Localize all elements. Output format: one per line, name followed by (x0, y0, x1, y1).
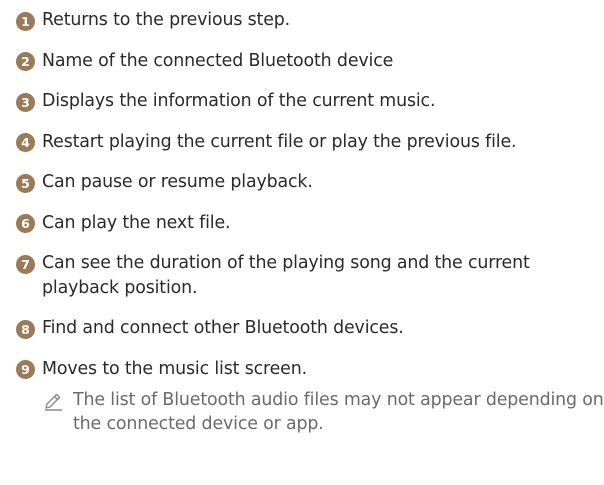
list-item: 5 Can pause or resume playback. (16, 170, 604, 195)
number-badge: 6 (16, 214, 35, 233)
item-text: Displays the information of the current … (42, 91, 436, 111)
callout-list: 1 Returns to the previous step. 2 Name o… (16, 8, 604, 436)
item-text: Find and connect other Bluetooth devices… (42, 318, 404, 338)
list-item: 7 Can see the duration of the playing so… (16, 251, 604, 301)
note: The list of Bluetooth audio files may no… (42, 388, 604, 436)
manual-page: 1 Returns to the previous step. 2 Name o… (0, 0, 604, 485)
number-badge: 5 (16, 173, 35, 193)
list-item: 4 Restart playing the current file or pl… (16, 130, 604, 155)
item-text: Moves to the music list screen. (42, 358, 307, 379)
item-text: Name of the connected Bluetooth device (42, 50, 394, 71)
number-badge: 7 (16, 254, 35, 274)
list-item: 3 Displays the information of the curren… (16, 89, 604, 114)
item-text: Can play the next file. (42, 212, 231, 233)
item-text: Returns to the previous step. (42, 10, 291, 30)
number-badge: 4 (16, 133, 35, 152)
number-badge: 2 (16, 52, 35, 71)
list-item: 9 Moves to the music list screen. The li… (16, 357, 604, 436)
number-badge: 9 (16, 360, 35, 379)
number-badge: 1 (16, 11, 35, 31)
list-item: 8 Find and connect other Bluetooth devic… (16, 316, 604, 341)
list-item: 1 Returns to the previous step. (16, 8, 604, 33)
pencil-icon (45, 393, 62, 411)
number-badge: 8 (16, 319, 35, 339)
item-text: Can see the duration of the playing song… (42, 253, 530, 298)
item-text: Restart playing the current file or play… (42, 131, 517, 152)
list-item: 6 Can play the next file. (16, 211, 604, 236)
note-text: The list of Bluetooth audio files may no… (73, 389, 604, 434)
item-text: Can pause or resume playback. (42, 172, 313, 192)
number-badge: 3 (16, 92, 35, 112)
list-item: 2 Name of the connected Bluetooth device (16, 49, 604, 74)
